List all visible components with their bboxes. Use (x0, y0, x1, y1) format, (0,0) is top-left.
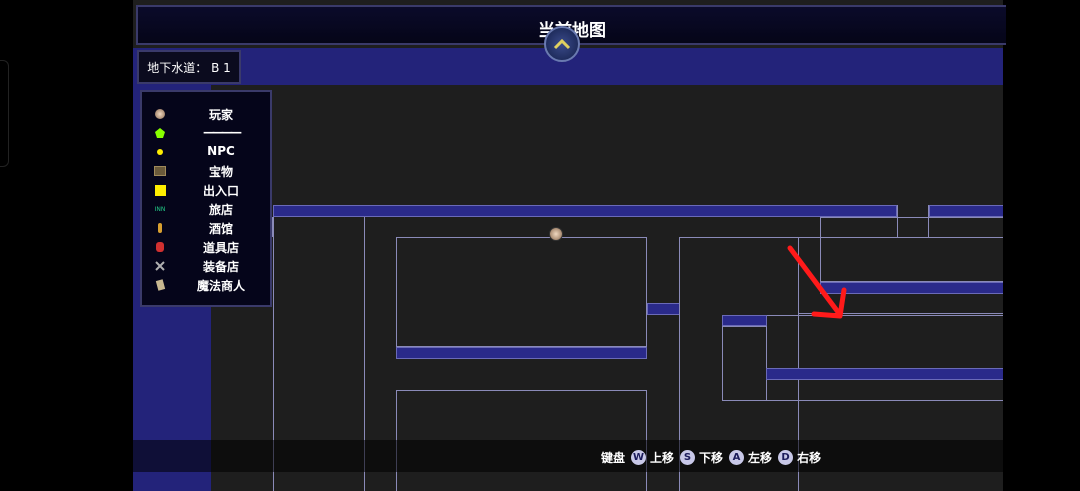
map-room (722, 326, 767, 401)
map-room (897, 205, 929, 238)
controls-bar (133, 440, 1003, 472)
legend-item-tavern: 酒馆 (142, 218, 270, 237)
item-shop-icon (154, 241, 166, 253)
map-corridor (929, 205, 1003, 217)
player-face-icon (154, 108, 166, 120)
w-key-icon: W (631, 450, 647, 465)
map-corridor (722, 315, 767, 326)
move-right-label: 右移 (797, 451, 822, 465)
map-legend: 玩家 ———— NPC 宝物 出入口 INN 旅店 酒馆 道具店 装备店 魔法商… (140, 90, 272, 307)
legend-item-equipment-shop: 装备店 (142, 256, 270, 275)
s-key-icon: S (680, 450, 696, 465)
map-corridor (396, 347, 647, 359)
area-label: 地下水道： B 1 (137, 50, 241, 84)
legend-item-exit: 出入口 (142, 180, 270, 199)
legend-item-player: 玩家 (142, 104, 270, 123)
legend-item-magic-merchant: 魔法商人 (142, 275, 270, 294)
green-pentagon-icon (154, 127, 166, 139)
npc-dot-icon (154, 146, 166, 158)
exit-square-icon (154, 184, 166, 196)
move-left-label: 左移 (748, 451, 773, 465)
keyboard-controls-hint: 键盘 W 上移 S 下移 A 左移 D 右移 (601, 449, 821, 466)
map-corridor (766, 368, 1003, 380)
red-arrow-annotation-icon (787, 245, 847, 319)
legend-item-treasure: 宝物 (142, 161, 270, 180)
treasure-icon (154, 165, 166, 177)
tavern-icon (154, 222, 166, 234)
d-key-icon: D (778, 450, 794, 465)
equipment-shop-icon (154, 260, 166, 272)
map-corridor (273, 205, 897, 217)
legend-item-item-shop: 道具店 (142, 237, 270, 256)
legend-item-inn: INN 旅店 (154, 203, 233, 217)
legend-item-unknown: ———— (142, 123, 270, 142)
move-down-label: 下移 (699, 451, 724, 465)
keyboard-label: 键盘 (601, 451, 626, 465)
map-corridor (647, 303, 680, 315)
inn-sign-icon: INN (154, 205, 166, 213)
magic-merchant-icon (154, 279, 166, 291)
chevron-up-icon (553, 38, 571, 50)
device-edge (0, 60, 9, 167)
scroll-up-button[interactable] (544, 26, 580, 62)
legend-item-npc: NPC (142, 142, 270, 161)
a-key-icon: A (729, 450, 745, 465)
map-room (396, 237, 647, 347)
move-up-label: 上移 (650, 451, 675, 465)
player-marker (549, 227, 563, 241)
